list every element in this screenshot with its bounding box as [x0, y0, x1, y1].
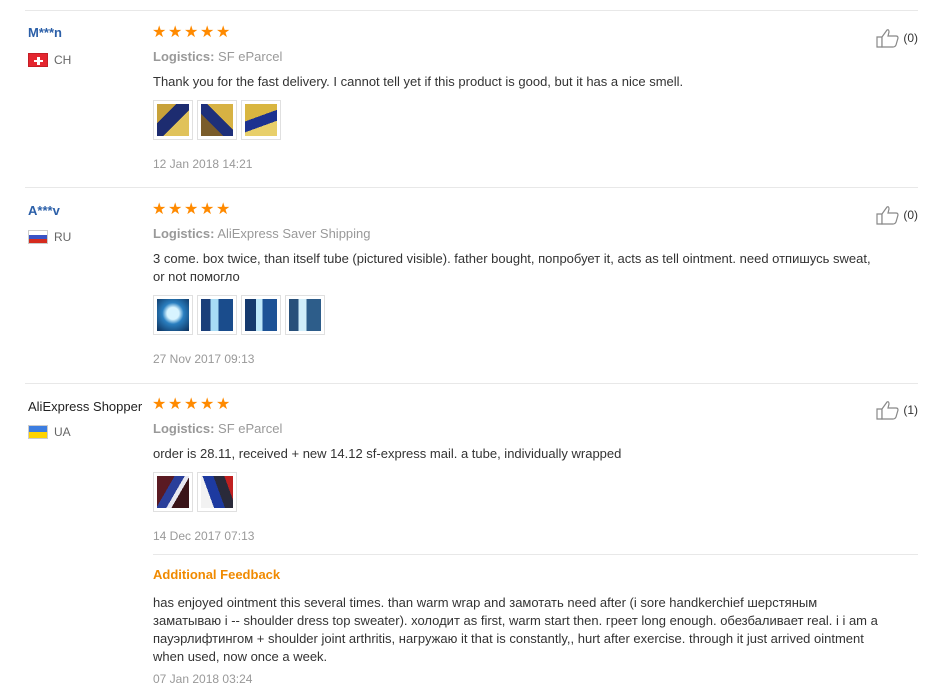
- feedback-line: пауэрлифтингом + shoulder joint arthriti…: [153, 631, 864, 646]
- review-text-line: or not помогло: [153, 269, 240, 284]
- logistics-method: SF eParcel: [218, 421, 283, 436]
- thumbs-up-icon: [876, 29, 899, 48]
- review-date: 12 Jan 2018 14:21: [153, 157, 253, 171]
- reviewer-country: RU: [28, 230, 71, 244]
- flag-ru-icon: [28, 230, 48, 244]
- star-icon: ★: [152, 396, 167, 413]
- reviewer-name[interactable]: M***n: [28, 25, 62, 40]
- star-icon: ★: [184, 24, 199, 41]
- star-icon: ★: [216, 201, 231, 218]
- star-icon: ★: [168, 24, 183, 41]
- logistics-label: Logistics:: [153, 49, 215, 64]
- logistics-method: AliExpress Saver Shipping: [217, 226, 371, 241]
- country-code: UA: [54, 425, 71, 439]
- review-divider: [25, 383, 918, 384]
- review-date: 27 Nov 2017 09:13: [153, 352, 255, 366]
- star-icon: ★: [152, 24, 167, 41]
- like-count: (0): [903, 208, 918, 222]
- review-text-line: 3 come. box twice, than itself tube (pic…: [153, 251, 871, 266]
- country-code: RU: [54, 230, 72, 244]
- review-photo[interactable]: [153, 100, 193, 140]
- star-icon: ★: [168, 396, 183, 413]
- review-photo[interactable]: [197, 472, 237, 512]
- logistics-label: Logistics:: [153, 421, 215, 436]
- feedback-line: заматываю i -- shoulder dress top sweate…: [153, 613, 878, 628]
- star-icon: ★: [168, 201, 183, 218]
- top-divider: [25, 10, 918, 11]
- like-button[interactable]: (0): [876, 28, 918, 48]
- star-icon: ★: [216, 24, 231, 41]
- star-icon: ★: [216, 396, 231, 413]
- feedback-line: has enjoyed ointment this several times.…: [153, 595, 818, 610]
- like-count: (1): [903, 403, 918, 417]
- review-photo[interactable]: [197, 295, 237, 335]
- review-text: order is 28.11, received + new 14.12 sf-…: [153, 446, 622, 461]
- review-photo[interactable]: [153, 295, 193, 335]
- rating-stars: ★ ★ ★ ★ ★: [152, 397, 231, 413]
- additional-feedback-text: has enjoyed ointment this several times.…: [153, 594, 923, 666]
- reviewer-country: CH: [28, 53, 71, 67]
- star-icon: ★: [152, 201, 167, 218]
- star-icon: ★: [200, 201, 215, 218]
- additional-feedback-title: Additional Feedback: [153, 567, 281, 582]
- star-icon: ★: [200, 24, 215, 41]
- review-photo[interactable]: [241, 100, 281, 140]
- flag-ua-icon: [28, 425, 48, 439]
- star-icon: ★: [184, 396, 199, 413]
- logistics-info: Logistics: SF eParcel: [153, 49, 282, 64]
- logistics-info: Logistics: AliExpress Saver Shipping: [153, 226, 371, 241]
- like-button[interactable]: (1): [876, 400, 918, 420]
- review-photos: [153, 295, 325, 335]
- review-photo[interactable]: [197, 100, 237, 140]
- like-count: (0): [903, 31, 918, 45]
- flag-ch-icon: [28, 53, 48, 67]
- additional-feedback-date: 07 Jan 2018 03:24: [153, 672, 253, 686]
- rating-stars: ★ ★ ★ ★ ★: [152, 202, 231, 218]
- thumbs-up-icon: [876, 206, 899, 225]
- reviewer-name: AliExpress Shopper: [28, 399, 143, 414]
- logistics-label: Logistics:: [153, 226, 215, 241]
- star-icon: ★: [184, 201, 199, 218]
- reviewer-name[interactable]: A***v: [28, 203, 60, 218]
- review-date: 14 Dec 2017 07:13: [153, 529, 255, 543]
- review-text: Thank you for the fast delivery. I canno…: [153, 74, 684, 89]
- review-photo[interactable]: [241, 295, 281, 335]
- rating-stars: ★ ★ ★ ★ ★: [152, 25, 231, 41]
- like-button[interactable]: (0): [876, 205, 918, 225]
- review-photo[interactable]: [153, 472, 193, 512]
- country-code: CH: [54, 53, 72, 67]
- star-icon: ★: [200, 396, 215, 413]
- review-photo[interactable]: [285, 295, 325, 335]
- review-photos: [153, 472, 237, 512]
- review-divider: [25, 187, 918, 188]
- logistics-method: SF eParcel: [218, 49, 283, 64]
- review-photos: [153, 100, 281, 140]
- reviewer-country: UA: [28, 425, 71, 439]
- thumbs-up-icon: [876, 401, 899, 420]
- logistics-info: Logistics: SF eParcel: [153, 421, 282, 436]
- additional-feedback-divider: [153, 554, 918, 555]
- feedback-line: when used, now once a week.: [153, 649, 328, 664]
- review-text: 3 come. box twice, than itself tube (pic…: [153, 250, 923, 286]
